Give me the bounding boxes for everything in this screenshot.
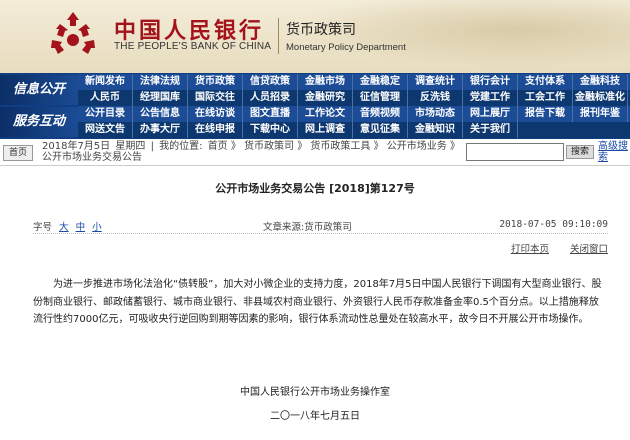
- nav-row-3: 公开目录 公告信息 在线访谈 图文直播 工作论文 音频视频 市场动态 网上展厅 报告下载 报刊年鉴: [78, 106, 630, 122]
- nav-item-row2-7[interactable]: 党建工作: [463, 90, 518, 106]
- nav-item-row3-4[interactable]: 工作论文: [298, 106, 353, 122]
- nav-item-row1-0[interactable]: 新闻发布: [78, 74, 133, 90]
- nav-item-row4-5[interactable]: 意见征集: [353, 122, 408, 138]
- current-date: 2018年7月5日: [42, 141, 111, 152]
- font-size-small-link[interactable]: 小: [92, 222, 102, 233]
- article-body: 为进一步推进市场化法治化“债转股”，加大对小微企业的支持力度，2018年7月5日…: [33, 279, 602, 325]
- meta-divider: [33, 233, 608, 234]
- nav-item-row1-1[interactable]: 法律法规: [133, 74, 188, 90]
- nav-section-info[interactable]: 信息公开: [0, 75, 78, 105]
- pboc-logo-icon[interactable]: [46, 10, 100, 58]
- font-size-label: 字号: [33, 222, 53, 233]
- article-source: 文章来源:货币政策司: [263, 222, 352, 233]
- nav-item-row3-2[interactable]: 在线访谈: [188, 106, 243, 122]
- breadcrumb-bar: 首页 2018年7月5日 星期四 | 我的位置: 首页 》 货币政策司 》 货币…: [0, 139, 630, 166]
- nav-item-row4-3[interactable]: 下载中心: [243, 122, 298, 138]
- nav-row-1: 新闻发布 法律法规 货币政策 信贷政策 金融市场 金融稳定 调查统计 银行会计 支付体系 金融科技: [78, 74, 630, 90]
- home-button[interactable]: 首页: [3, 145, 33, 161]
- signature-date: 二〇一八年七月五日: [270, 411, 360, 422]
- nav-item-row1-9[interactable]: 金融科技: [573, 74, 628, 90]
- nav-section-service[interactable]: 服务互动: [0, 107, 78, 137]
- article-title: 公开市场业务交易公告 [2018]第127号: [215, 182, 415, 195]
- nav-item-row3-3[interactable]: 图文直播: [243, 106, 298, 122]
- dept-name-cn: 货币政策司: [286, 22, 356, 38]
- signature-org: 中国人民银行公开市场业务操作室: [240, 387, 390, 398]
- current-weekday: 星期四: [115, 141, 146, 152]
- nav-item-row1-2[interactable]: 货币政策: [188, 74, 243, 90]
- nav-item-row4-1[interactable]: 办事大厅: [133, 122, 188, 138]
- nav-item-row2-8[interactable]: 工会工作: [518, 90, 573, 106]
- nav-item-row2-3[interactable]: 人员招录: [243, 90, 298, 106]
- article-timestamp: 2018-07-05 09:10:09: [499, 219, 608, 230]
- nav-item-row2-6[interactable]: 反洗钱: [408, 90, 463, 106]
- nav-row-4: 网送文告 办事大厅 在线申报 下载中心 网上调查 意见征集 金融知识 关于我们: [78, 122, 630, 138]
- nav-item-row3-7[interactable]: 网上展厅: [463, 106, 518, 122]
- search-button[interactable]: 搜索: [566, 145, 594, 159]
- nav-item-row2-9[interactable]: 金融标准化: [573, 90, 628, 106]
- article-meta: 字号 大 中 小 文章来源:货币政策司 2018-07-05 09:10:09: [33, 219, 608, 233]
- nav-item-row3-1[interactable]: 公告信息: [133, 106, 188, 122]
- font-size-medium-link[interactable]: 中: [76, 222, 86, 233]
- nav-item-row3-9[interactable]: 报刊年鉴: [573, 106, 628, 122]
- close-window-link[interactable]: 关闭窗口: [570, 244, 608, 255]
- nav-item-row4-6[interactable]: 金融知识: [408, 122, 463, 138]
- article-content: 公开市场业务交易公告 [2018]第127号 字号 大 中 小 文章来源:货币政…: [0, 166, 630, 440]
- nav-item-row2-0[interactable]: 人民币: [78, 90, 133, 106]
- nav-item-row1-7[interactable]: 银行会计: [463, 74, 518, 90]
- nav-item-row1-3[interactable]: 信贷政策: [243, 74, 298, 90]
- site-header: 中国人民银行 THE PEOPLE'S BANK OF CHINA 货币政策司 …: [0, 0, 630, 73]
- nav-item-row4-4[interactable]: 网上调查: [298, 122, 353, 138]
- nav-item-row4-2[interactable]: 在线申报: [188, 122, 243, 138]
- nav-item-row4-7[interactable]: 关于我们: [463, 122, 518, 138]
- nav-item-row1-5[interactable]: 金融稳定: [353, 74, 408, 90]
- nav-item-row1-6[interactable]: 调查统计: [408, 74, 463, 90]
- print-link[interactable]: 打印本页: [511, 244, 549, 255]
- bank-name-en: THE PEOPLE'S BANK OF CHINA: [114, 41, 272, 52]
- nav-row-2: 人民币 经理国库 国际交往 人员招录 金融研究 征信管理 反洗钱 党建工作 工会工作 金融标准化: [78, 90, 630, 106]
- font-size-large-link[interactable]: 大: [59, 222, 69, 233]
- location-label: 我的位置:: [159, 141, 203, 152]
- breadcrumb: 2018年7月5日 星期四 | 我的位置: 首页 》 货币政策司 》 货币政策工…: [42, 141, 460, 163]
- dept-name-en: Monetary Policy Department: [286, 42, 406, 53]
- header-divider: [278, 18, 279, 54]
- nav-item-row3-0[interactable]: 公开目录: [78, 106, 133, 122]
- nav-item-row1-8[interactable]: 支付体系: [518, 74, 573, 90]
- nav-item-row3-6[interactable]: 市场动态: [408, 106, 463, 122]
- advanced-search-link[interactable]: 高级搜索: [598, 141, 628, 163]
- nav-item-row3-8[interactable]: 报告下载: [518, 106, 573, 122]
- nav-item-row1-4[interactable]: 金融市场: [298, 74, 353, 90]
- nav-item-row2-1[interactable]: 经理国库: [133, 90, 188, 106]
- main-nav: 信息公开 服务互动 新闻发布 法律法规 货币政策 信贷政策 金融市场 金融稳定 调查统计 银行…: [0, 73, 630, 139]
- nav-item-row2-2[interactable]: 国际交往: [188, 90, 243, 106]
- nav-item-row2-4[interactable]: 金融研究: [298, 90, 353, 106]
- nav-item-row2-5[interactable]: 征信管理: [353, 90, 408, 106]
- search-input[interactable]: [466, 143, 564, 161]
- nav-item-row3-5[interactable]: 音频视频: [353, 106, 408, 122]
- nav-item-row4-0[interactable]: 网送文告: [78, 122, 133, 138]
- article-actions: 打印本页 关闭窗口: [493, 241, 608, 255]
